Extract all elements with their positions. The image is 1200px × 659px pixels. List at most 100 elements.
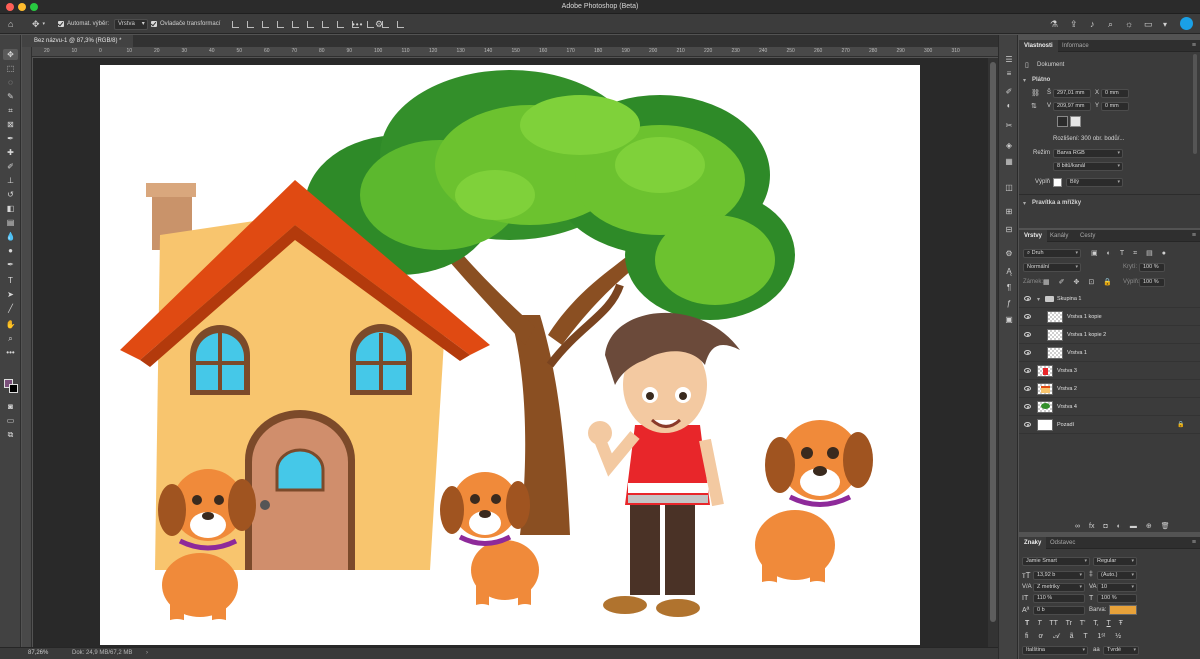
transform-controls-checkbox[interactable]: Ovladače transformací <box>151 18 220 30</box>
panel-menu-icon[interactable]: ≡ <box>1192 40 1196 52</box>
superscript-button[interactable]: T' <box>1080 620 1086 627</box>
lock-pixels-icon[interactable]: ▦ <box>1043 278 1050 286</box>
leading-field[interactable]: (Auto.) <box>1097 571 1137 580</box>
layer-row[interactable]: Vrstva 1 kopie 2 <box>1019 327 1200 344</box>
line-tool-icon[interactable]: ╱ <box>3 303 18 314</box>
kerning-field[interactable]: Z metriky <box>1033 583 1085 592</box>
subscript-button[interactable]: T, <box>1093 620 1098 627</box>
y-field[interactable]: 0 mm <box>1101 102 1129 111</box>
auto-select-checkbox[interactable]: Automat. výběr: <box>58 18 109 30</box>
orientation-icon[interactable]: ⇅ <box>1031 102 1037 110</box>
fx-icon[interactable]: fx <box>1089 523 1094 530</box>
eye-icon[interactable] <box>1024 332 1031 337</box>
screen-mode-icon[interactable]: ▭ <box>3 415 18 426</box>
filter-shape-icon[interactable]: ⌗ <box>1133 250 1137 258</box>
quick-select-tool-icon[interactable]: ✎ <box>3 91 18 102</box>
quick-mask-icon[interactable]: ◙ <box>3 401 18 412</box>
landscape-orientation-button[interactable] <box>1070 116 1081 127</box>
clone-stamp-tool-icon[interactable]: ⊥ <box>3 175 18 186</box>
move-tool-icon[interactable]: ✥ <box>3 49 18 60</box>
chevron-down-icon[interactable]: ▾ <box>1023 77 1026 84</box>
marquee-tool-icon[interactable]: ⬚ <box>3 63 18 74</box>
chevron-down-icon[interactable]: ▾ <box>1023 200 1026 207</box>
tracking-field[interactable]: 10 <box>1097 583 1137 592</box>
x-field[interactable]: 0 mm <box>1101 89 1129 98</box>
history-icon[interactable]: ☰ <box>1003 55 1015 65</box>
alternates-icon[interactable]: ã <box>1070 633 1074 640</box>
align-right-icon[interactable] <box>262 20 269 28</box>
old-style-icon[interactable]: ơ <box>1038 633 1043 640</box>
canvas-vertical-scrollbar[interactable] <box>988 58 998 647</box>
brush-tool-icon[interactable]: ✐ <box>3 161 18 172</box>
crop-tool-icon[interactable]: ⌗ <box>3 105 18 116</box>
bell-icon[interactable]: ♪ <box>1090 18 1095 30</box>
font-size-field[interactable]: 13,92 b <box>1033 571 1085 580</box>
vertical-scale-field[interactable]: 110 % <box>1033 594 1085 603</box>
patterns-icon[interactable]: ⊟ <box>1003 225 1015 235</box>
blend-mode-dropdown[interactable]: Normální <box>1023 263 1081 272</box>
tools-icon[interactable]: ✂ <box>1003 121 1015 131</box>
portrait-orientation-button[interactable] <box>1057 116 1068 127</box>
edit-toolbar-icon[interactable]: ••• <box>3 347 18 358</box>
flask-icon[interactable]: ⚗ <box>1050 18 1058 30</box>
navigator-icon[interactable]: ⊞ <box>1003 207 1015 217</box>
add-mask-icon[interactable]: ◘ <box>1103 523 1107 530</box>
eraser-tool-icon[interactable]: ◧ <box>3 203 18 214</box>
gear-icon[interactable]: ⚙ <box>375 18 383 30</box>
layer-fill-field[interactable]: 100 % <box>1139 278 1165 287</box>
account-avatar[interactable] <box>1180 17 1193 30</box>
height-field[interactable]: 209,97 mm <box>1053 102 1091 111</box>
swash-icon[interactable]: 𝒜 <box>1053 633 1060 640</box>
horizontal-ruler[interactable]: 20 10 0 10 20 30 40 50 60 70 80 90 100 110 120 130 140 15… <box>32 47 998 57</box>
move-tool-icon[interactable]: ✥ ▾ <box>32 18 45 30</box>
fill-dropdown[interactable]: Bílý <box>1066 178 1123 187</box>
tab-character[interactable]: Znaky <box>1019 537 1047 549</box>
faux-italic-button[interactable]: T <box>1037 620 1041 627</box>
fraction-icon[interactable]: ½ <box>1115 633 1121 640</box>
opacity-field[interactable]: 100 % <box>1139 263 1165 272</box>
mode-dropdown[interactable]: Barva RGB <box>1053 149 1123 158</box>
share-icon[interactable]: ⇪ <box>1070 18 1078 30</box>
glyphs-icon[interactable]: ¶ <box>1003 283 1015 293</box>
lock-artboard-icon[interactable]: ⊡ <box>1088 278 1094 286</box>
dodge-tool-icon[interactable]: ● <box>3 245 18 256</box>
layer-row[interactable]: Vrstva 4 <box>1019 399 1200 416</box>
faux-bold-button[interactable]: T <box>1025 620 1029 627</box>
tab-channels[interactable]: Kanály <box>1045 230 1073 242</box>
eyedropper-tool-icon[interactable]: ✒ <box>3 133 18 144</box>
font-family-dropdown[interactable]: Jamie Smart <box>1022 557 1090 566</box>
lasso-tool-icon[interactable]: ◌ <box>3 77 18 88</box>
font-style-dropdown[interactable]: Regular <box>1093 557 1137 566</box>
distribute-h-icon[interactable] <box>322 20 329 28</box>
antialias-dropdown[interactable]: Tvrdé <box>1103 646 1139 655</box>
document-canvas[interactable] <box>100 65 920 645</box>
eye-icon[interactable] <box>1024 404 1031 409</box>
chevron-down-icon[interactable]: ▾ <box>1163 18 1167 30</box>
lock-position-icon[interactable]: ✥ <box>1074 278 1080 286</box>
baseline-shift-field[interactable]: 0 b <box>1033 606 1085 615</box>
eye-icon[interactable] <box>1024 422 1031 427</box>
brush-settings-icon[interactable]: ✐ <box>1003 87 1015 97</box>
ordinal-icon[interactable]: 1ˢᵗ <box>1097 633 1105 640</box>
zoom-tool-icon[interactable]: ⌕ <box>3 333 18 344</box>
adjustment-layer-icon[interactable]: ◐ <box>1117 523 1121 530</box>
tab-info[interactable]: Informace <box>1057 40 1094 52</box>
canvas-area[interactable] <box>33 58 988 647</box>
layer-row[interactable]: Vrstva 3 <box>1019 363 1200 380</box>
path-select-tool-icon[interactable]: ➤ <box>3 289 18 300</box>
text-color-swatch[interactable] <box>1109 605 1137 615</box>
properties-scrollbar[interactable] <box>1193 54 1197 154</box>
distribute-right-icon[interactable] <box>397 20 404 28</box>
document-tab[interactable]: Bez názvu-1 @ 87,3% (RGB/8) * <box>22 35 134 47</box>
small-caps-button[interactable]: Tr <box>1066 620 1072 627</box>
frame-tool-icon[interactable]: ⊠ <box>3 119 18 130</box>
fill-swatch[interactable] <box>1053 178 1062 187</box>
home-icon[interactable]: ⌂ <box>8 18 13 30</box>
healing-brush-tool-icon[interactable]: ✚ <box>3 147 18 158</box>
zoom-level[interactable]: 87,26% <box>28 648 48 659</box>
workspace-icon[interactable]: ▭ <box>1144 18 1153 30</box>
filter-pixel-icon[interactable]: ▣ <box>1091 249 1098 257</box>
actions-icon[interactable]: ▣ <box>1003 315 1015 325</box>
character-styles-icon[interactable]: Ą <box>1003 267 1015 277</box>
pen-tool-icon[interactable]: ✒ <box>3 259 18 270</box>
